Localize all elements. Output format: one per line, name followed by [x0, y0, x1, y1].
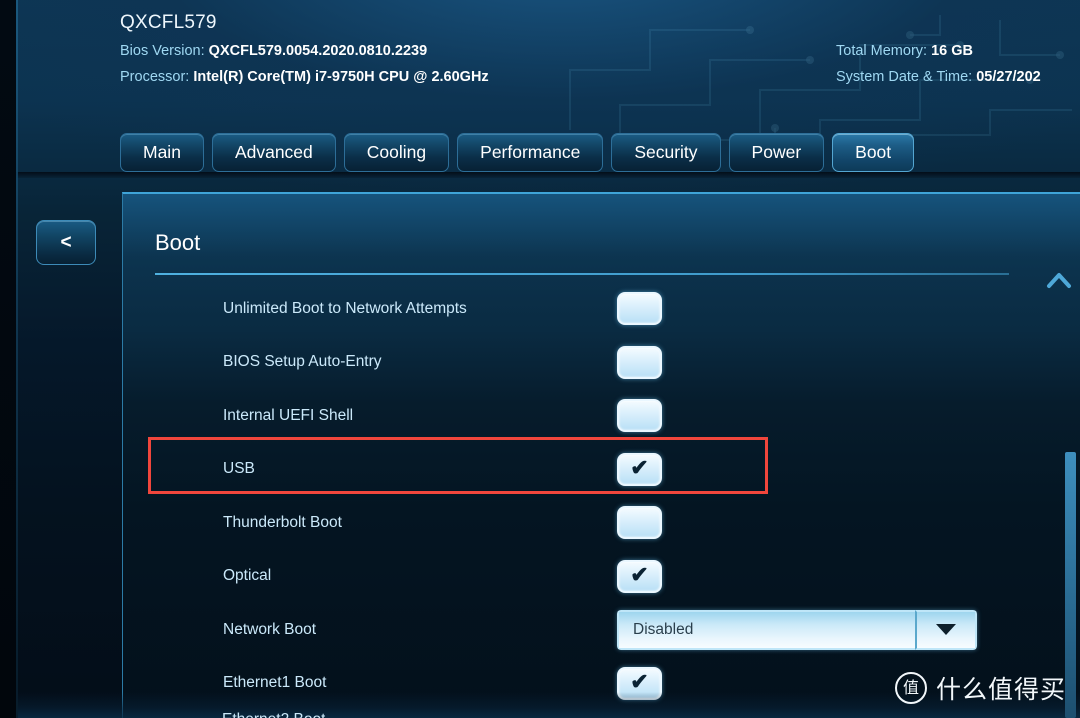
- bios-setup-screen: QXCFL579 Bios Version: QXCFL579.0054.202…: [0, 0, 1080, 718]
- setting-row[interactable]: BIOS Setup Auto-Entry ✔: [123, 336, 1080, 390]
- setting-checkbox[interactable]: ✔: [617, 346, 662, 379]
- left-gutter: [0, 0, 16, 718]
- total-memory-value: 16 GB: [931, 43, 973, 59]
- watermark-text: 什么值得买: [936, 670, 1066, 706]
- setting-label: Optical: [223, 567, 271, 585]
- setting-label: Network Boot: [223, 621, 316, 639]
- setting-row[interactable]: Optical ✔: [123, 550, 1080, 604]
- setting-checkbox[interactable]: ✔: [617, 399, 662, 432]
- tab-power[interactable]: Power: [729, 133, 825, 172]
- setting-checkbox[interactable]: ✔: [617, 667, 662, 700]
- setting-label: Internal UEFI Shell: [223, 407, 353, 425]
- tab-bar: MainAdvancedCoolingPerformanceSecurityPo…: [120, 133, 914, 172]
- tab-boot[interactable]: Boot: [832, 133, 914, 172]
- setting-label: Thunderbolt Boot: [223, 514, 342, 532]
- scrollbar-thumb[interactable]: [1065, 452, 1076, 718]
- boot-settings-panel: Boot Unlimited Boot to Network Attempts ✔…: [122, 192, 1080, 718]
- setting-row[interactable]: Unlimited Boot to Network Attempts ✔: [123, 282, 1080, 336]
- left-gutter-edge: [16, 0, 18, 718]
- system-title: QXCFL579: [120, 12, 217, 34]
- page-title: Boot: [155, 230, 200, 256]
- system-date-time-value: 05/27/202: [976, 69, 1041, 85]
- processor-value: Intel(R) Core(TM) i7-9750H CPU @ 2.60GHz: [193, 69, 488, 85]
- title-divider: [155, 273, 1009, 275]
- setting-checkbox[interactable]: ✔: [617, 560, 662, 593]
- setting-checkbox[interactable]: ✔: [617, 292, 662, 325]
- setting-checkbox[interactable]: ✔: [617, 453, 662, 486]
- settings-list: Unlimited Boot to Network Attempts✔BIOS …: [123, 282, 1080, 710]
- chevron-up-icon[interactable]: [1046, 270, 1072, 290]
- chevron-down-icon[interactable]: [915, 610, 977, 650]
- dropdown-triangle: [936, 624, 956, 635]
- bios-version-line: Bios Version: QXCFL579.0054.2020.0810.22…: [120, 43, 427, 59]
- total-memory-label: Total Memory:: [836, 43, 927, 59]
- tab-performance[interactable]: Performance: [457, 133, 603, 172]
- checkmark-icon: ✔: [630, 564, 648, 586]
- tab-security[interactable]: Security: [611, 133, 720, 172]
- tab-advanced[interactable]: Advanced: [212, 133, 336, 172]
- processor-line: Processor: Intel(R) Core(TM) i7-9750H CP…: [120, 69, 489, 85]
- setting-row[interactable]: Thunderbolt Boot ✔: [123, 496, 1080, 550]
- setting-label: Ethernet1 Boot: [223, 674, 326, 692]
- setting-dropdown[interactable]: Disabled: [617, 610, 977, 650]
- setting-label: BIOS Setup Auto-Entry: [223, 353, 382, 371]
- total-memory-line: Total Memory: 16 GB: [836, 43, 973, 59]
- setting-row[interactable]: Internal UEFI Shell ✔: [123, 389, 1080, 443]
- setting-row[interactable]: Network Boot Disabled: [123, 603, 1080, 657]
- checkmark-icon: ✔: [630, 671, 648, 693]
- bios-version-label: Bios Version:: [120, 43, 205, 59]
- dropdown-value[interactable]: Disabled: [617, 610, 915, 650]
- tab-main[interactable]: Main: [120, 133, 204, 172]
- tab-cooling[interactable]: Cooling: [344, 133, 449, 172]
- tabbar-underline: [0, 172, 1080, 178]
- cut-off-row-label: Ethernet2 Boot: [222, 711, 325, 718]
- system-date-time-label: System Date & Time:: [836, 69, 972, 85]
- setting-row[interactable]: USB ✔: [123, 443, 1080, 497]
- bios-version-value: QXCFL579.0054.2020.0810.2239: [209, 43, 427, 59]
- setting-label: USB: [223, 460, 255, 478]
- watermark-logo-icon: 值: [895, 672, 927, 704]
- checkmark-icon: ✔: [630, 457, 648, 479]
- system-date-time-line: System Date & Time: 05/27/202: [836, 69, 1041, 85]
- watermark: 值 什么值得买: [895, 670, 1066, 706]
- processor-label: Processor:: [120, 69, 189, 85]
- setting-label: Unlimited Boot to Network Attempts: [223, 300, 467, 318]
- header: QXCFL579 Bios Version: QXCFL579.0054.202…: [0, 0, 1080, 120]
- setting-checkbox[interactable]: ✔: [617, 506, 662, 539]
- back-button[interactable]: <: [36, 220, 96, 265]
